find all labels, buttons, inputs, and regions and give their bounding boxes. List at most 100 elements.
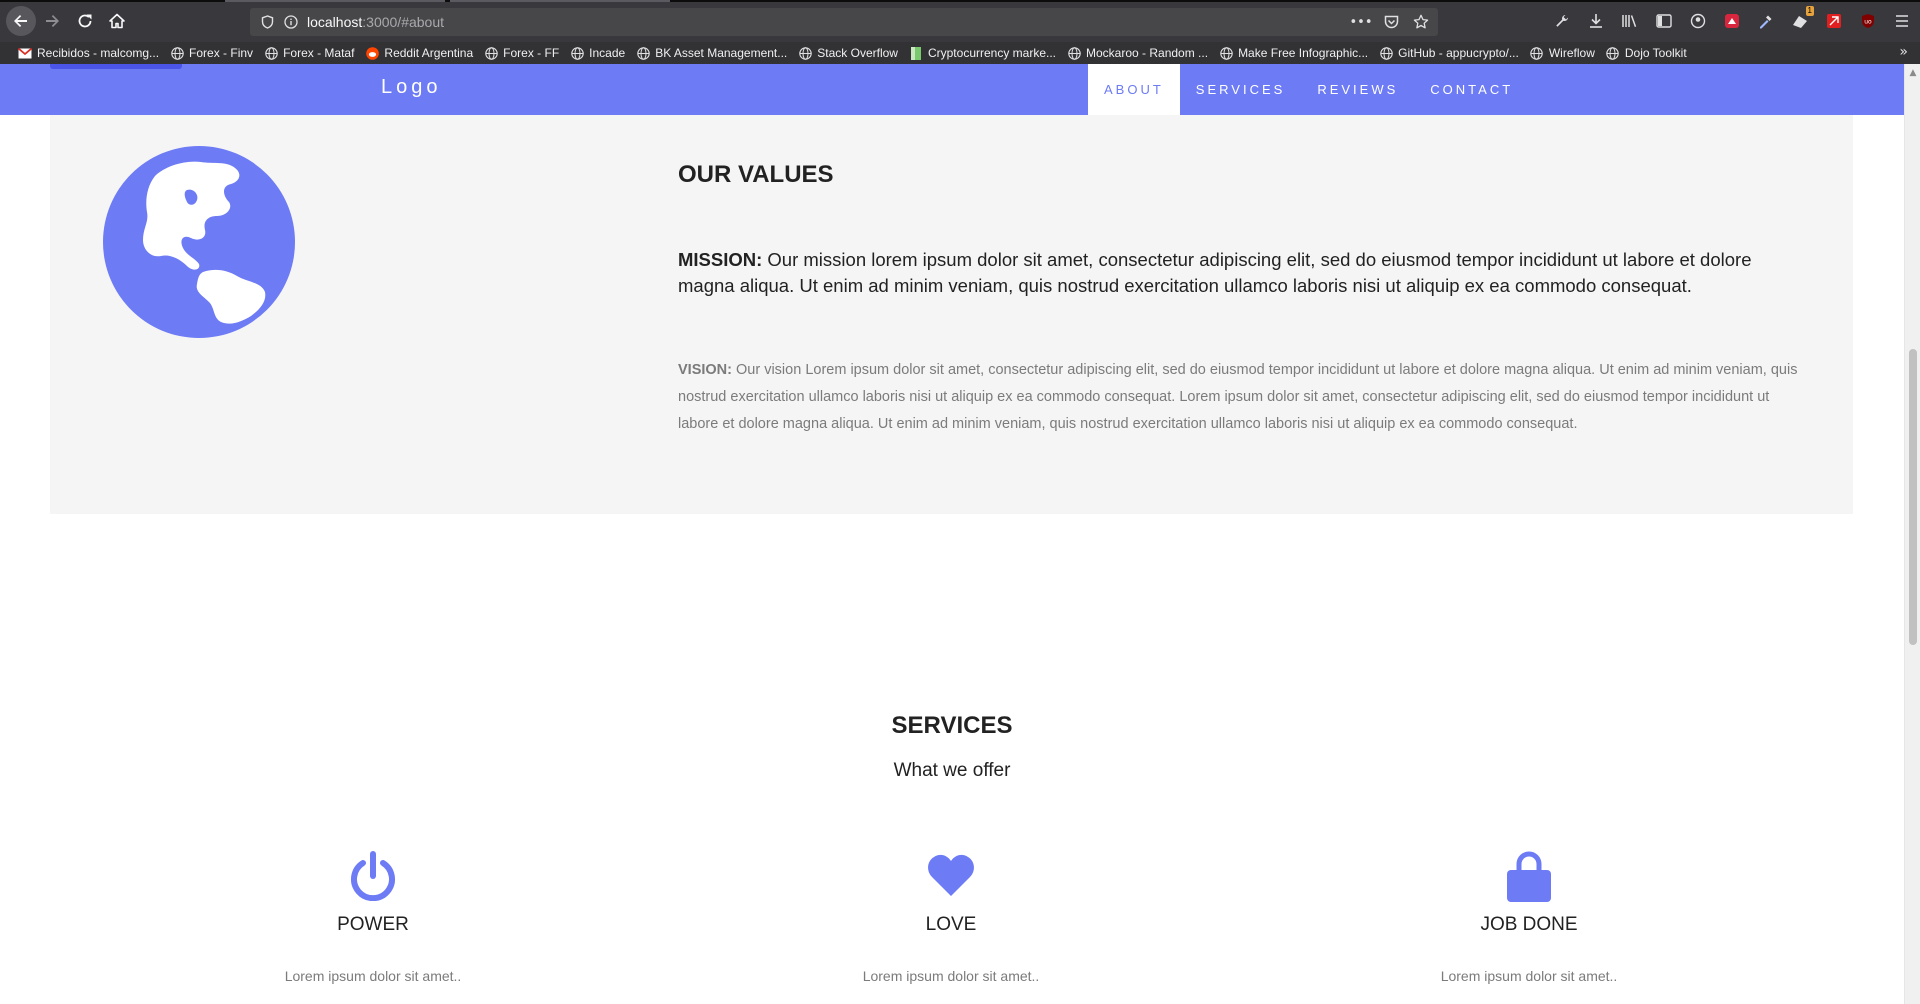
address-bar[interactable]: localhost:3000/#about •••	[250, 8, 1438, 36]
hamburger-menu-icon[interactable]	[1892, 11, 1912, 31]
globe-icon	[1379, 46, 1393, 60]
service-title: LOVE	[925, 914, 977, 935]
pocket-icon[interactable]	[1382, 13, 1400, 31]
bookmarks-toolbar: Recibidos - malcomg... Forex - Finv Forex …	[0, 42, 1920, 64]
bookmark-item[interactable]: Forex - FF	[484, 46, 559, 60]
bookmark-item[interactable]: Forex - Mataf	[264, 46, 354, 60]
tab[interactable]	[225, 0, 445, 2]
bookmark-item[interactable]: GitHub - appucrypto/...	[1379, 46, 1519, 60]
bookmark-label: Incade	[589, 46, 626, 60]
bookmark-label: Forex - FF	[503, 46, 560, 60]
mission-text: Our mission lorem ipsum dolor sit amet, …	[678, 249, 1752, 296]
service-card-job-done: JOB DONE Lorem ipsum dolor sit amet..	[1379, 850, 1679, 984]
bookmark-label: GitHub - appucrypto/...	[1398, 46, 1519, 60]
library-icon[interactable]	[1620, 11, 1640, 31]
service-text: Lorem ipsum dolor sit amet..	[284, 968, 462, 984]
mission-paragraph: MISSION: Our mission lorem ipsum dolor s…	[678, 247, 1798, 299]
color-picker-icon[interactable]	[1756, 11, 1776, 31]
service-title: POWER	[337, 914, 409, 935]
tab-strip	[0, 0, 1920, 2]
nav-item-reviews[interactable]: REVIEWS	[1301, 64, 1414, 115]
tab[interactable]	[450, 0, 670, 2]
page-actions-icon[interactable]: •••	[1350, 13, 1373, 31]
bookmark-item[interactable]: Dojo Toolkit	[1606, 46, 1687, 60]
scrolled-button-edge[interactable]	[50, 64, 182, 69]
values-title: OUR VALUES	[678, 161, 834, 188]
bookmark-label: Wireflow	[1548, 46, 1595, 60]
mission-label: MISSION:	[678, 249, 763, 270]
globe-americas-icon	[103, 146, 295, 338]
globe-icon	[484, 46, 498, 60]
bookmark-item[interactable]: Wireflow	[1530, 46, 1595, 60]
page-viewport: Logo ABOUT SERVICES REVIEWS CONTACT OUR …	[0, 64, 1904, 1004]
bookmark-item[interactable]: Reddit Argentina	[365, 46, 473, 60]
ublock-icon[interactable]: uo	[1858, 11, 1878, 31]
browser-toolbar: localhost:3000/#about ••• 1 uo	[0, 0, 1920, 42]
chart-icon	[909, 46, 923, 60]
reddit-icon	[365, 46, 379, 60]
service-title: JOB DONE	[1480, 914, 1578, 935]
nav-item-contact[interactable]: CONTACT	[1414, 64, 1529, 115]
bookmarks-overflow-icon[interactable]: »	[1899, 44, 1908, 60]
nav-item-about[interactable]: ABOUT	[1088, 64, 1180, 115]
reload-icon	[78, 14, 92, 28]
reload-button[interactable]	[71, 7, 99, 35]
globe-icon	[1067, 46, 1081, 60]
bookmark-label: Cryptocurrency marke...	[927, 46, 1057, 60]
service-card-love: LOVE Lorem ipsum dolor sit amet..	[801, 850, 1101, 984]
globe-icon	[636, 46, 650, 60]
extension-badge-icon[interactable]: 1	[1790, 6, 1814, 31]
forward-button[interactable]	[38, 7, 66, 35]
service-text: Lorem ipsum dolor sit amet..	[1440, 968, 1618, 984]
power-icon	[347, 850, 399, 902]
extension-pdf-icon[interactable]	[1824, 11, 1844, 31]
globe-icon	[570, 46, 584, 60]
bookmark-label: BK Asset Management...	[655, 46, 788, 60]
services-header: SERVICES What we offer	[0, 712, 1904, 782]
values-text-block: OUR VALUES MISSION: Our mission lorem ip…	[678, 161, 1798, 438]
site-menu: ABOUT SERVICES REVIEWS CONTACT	[1088, 64, 1529, 115]
tracking-shield-icon[interactable]	[259, 14, 275, 30]
page-scrollbar[interactable]: ▲	[1904, 64, 1920, 1004]
vision-label: VISION:	[678, 362, 732, 378]
bookmark-star-icon[interactable]	[1412, 13, 1430, 31]
sidebar-icon[interactable]	[1654, 11, 1674, 31]
service-text: Lorem ipsum dolor sit amet..	[862, 968, 1040, 984]
services-subtitle: What we offer	[893, 760, 1011, 781]
site-logo[interactable]: Logo	[381, 76, 442, 99]
bookmark-item[interactable]: Incade	[570, 46, 625, 60]
back-button[interactable]	[6, 6, 36, 36]
scroll-up-arrow-icon[interactable]: ▲	[1908, 68, 1918, 78]
vision-paragraph: VISION: Our vision Lorem ipsum dolor sit…	[678, 357, 1798, 438]
globe-icon	[264, 46, 278, 60]
site-navbar: Logo ABOUT SERVICES REVIEWS CONTACT	[0, 64, 1904, 115]
wrench-icon[interactable]	[1552, 11, 1572, 31]
globe-icon	[1219, 46, 1233, 60]
globe-icon	[1530, 46, 1544, 60]
site-info-icon[interactable]	[283, 14, 299, 30]
extension-red-icon[interactable]	[1722, 11, 1742, 31]
bookmark-item[interactable]: BK Asset Management...	[636, 46, 787, 60]
account-icon[interactable]	[1688, 11, 1708, 31]
scrollbar-thumb[interactable]	[1909, 349, 1917, 645]
bookmark-label: Forex - Mataf	[283, 46, 355, 60]
home-button[interactable]	[103, 7, 131, 35]
arrow-right-icon	[46, 15, 59, 27]
downloads-icon[interactable]	[1586, 11, 1606, 31]
bookmark-item[interactable]: Forex - Finv	[170, 46, 253, 60]
bookmark-item[interactable]: Make Free Infographic...	[1219, 46, 1368, 60]
values-section: OUR VALUES MISSION: Our mission lorem ip…	[50, 115, 1853, 514]
bookmark-label: Make Free Infographic...	[1238, 46, 1369, 60]
bookmark-item[interactable]: Mockaroo - Random ...	[1067, 46, 1208, 60]
services-title: SERVICES	[891, 712, 1013, 739]
bookmark-label: Dojo Toolkit	[1624, 46, 1687, 60]
url-host: localhost	[307, 14, 363, 30]
vision-text: Our vision Lorem ipsum dolor sit amet, c…	[678, 362, 1798, 432]
globe-icon	[798, 46, 812, 60]
bookmark-item[interactable]: Stack Overflow	[798, 46, 898, 60]
url-text[interactable]: localhost:3000/#about	[307, 14, 444, 30]
nav-item-services[interactable]: SERVICES	[1180, 64, 1302, 115]
lock-icon	[1503, 850, 1555, 902]
bookmark-item[interactable]: Recibidos - malcomg...	[18, 46, 159, 60]
bookmark-item[interactable]: Cryptocurrency marke...	[909, 46, 1056, 60]
